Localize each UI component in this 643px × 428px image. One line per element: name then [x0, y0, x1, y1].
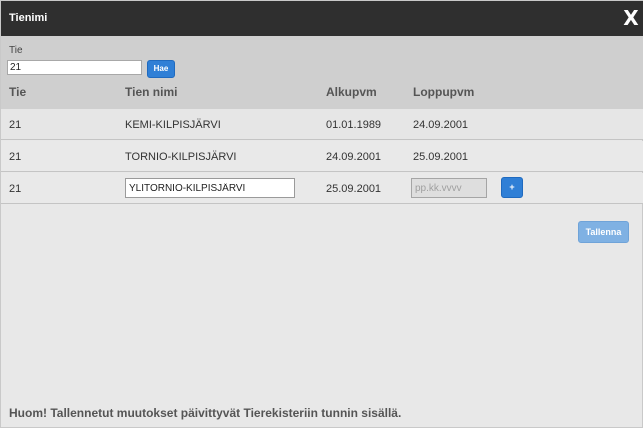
tienimi-dialog: Tienimi X Tie Hae Tie Tien nimi Alkupvm …: [0, 0, 643, 428]
add-row-button[interactable]: +: [501, 177, 523, 198]
info-note: Huom! Tallennetut muutokset päivittyvät …: [9, 406, 402, 420]
column-header-tie: Tie: [9, 85, 27, 99]
title-bar: Tienimi X: [1, 1, 643, 36]
table-row: 21 KEMI-KILPISJÄRVI 01.01.1989 24.09.200…: [1, 109, 643, 140]
column-header-name: Tien nimi: [125, 85, 178, 99]
save-button[interactable]: Tallenna: [578, 221, 629, 243]
cell-end: 24.09.2001: [413, 119, 469, 131]
cell-end: 25.09.2001: [413, 151, 469, 163]
cell-start: 01.01.1989: [326, 119, 382, 131]
close-icon[interactable]: X: [621, 7, 641, 29]
end-date-input[interactable]: [411, 178, 487, 198]
cell-start: 25.09.2001: [326, 183, 382, 195]
cell-tie: 21: [9, 119, 22, 131]
table-row-edit: 21 25.09.2001 +: [1, 173, 643, 204]
cell-tie: 21: [9, 151, 22, 163]
search-label: Tie: [9, 45, 23, 56]
dialog-title: Tienimi: [9, 12, 48, 24]
cell-start: 24.09.2001: [326, 151, 382, 163]
column-header-start: Alkupvm: [326, 85, 377, 99]
search-button[interactable]: Hae: [147, 60, 175, 78]
column-header-end: Loppupvm: [413, 85, 475, 99]
search-input[interactable]: [7, 60, 142, 75]
road-name-input[interactable]: [125, 178, 295, 198]
table-row: 21 TORNIO-KILPISJÄRVI 24.09.2001 25.09.2…: [1, 141, 643, 172]
cell-name: TORNIO-KILPISJÄRVI: [125, 151, 237, 163]
cell-name: KEMI-KILPISJÄRVI: [125, 119, 221, 131]
cell-tie: 21: [9, 183, 22, 195]
search-panel: Tie Hae Tie Tien nimi Alkupvm Loppupvm: [1, 36, 643, 109]
